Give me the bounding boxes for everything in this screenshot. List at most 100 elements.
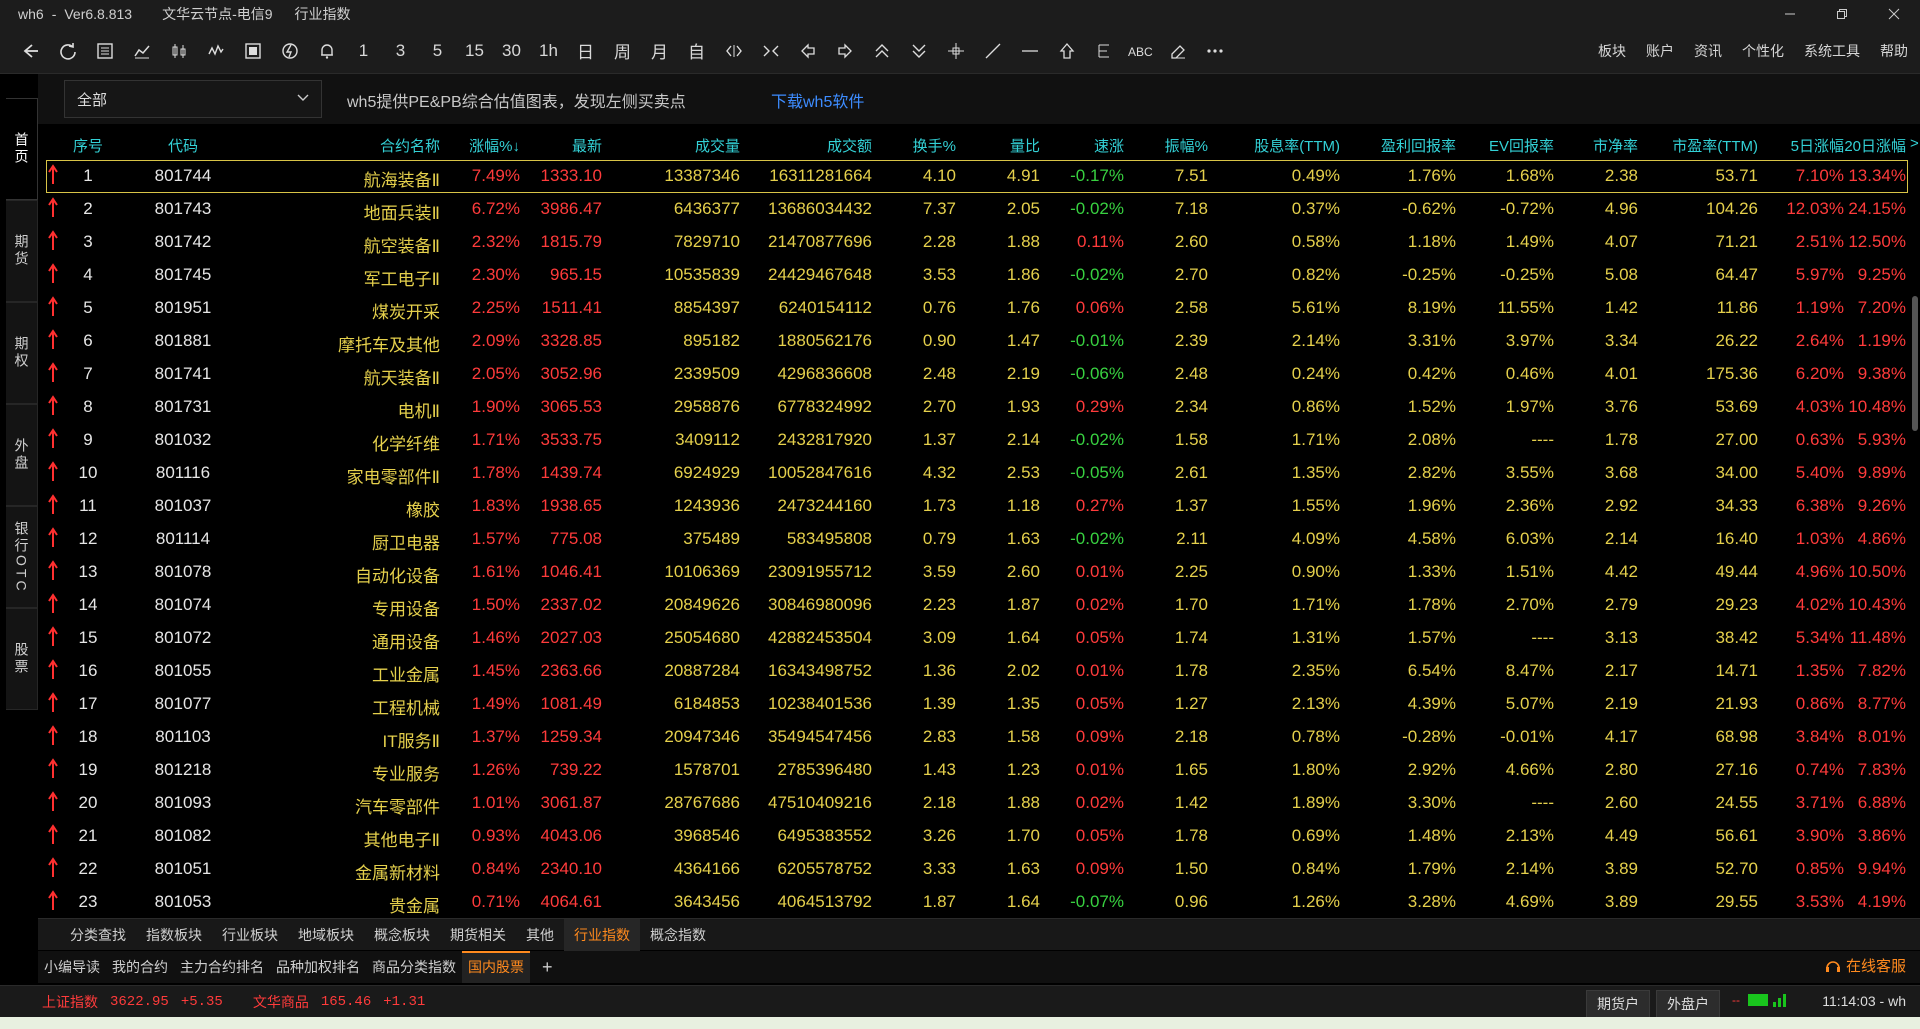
period-custom[interactable]: 自 — [678, 35, 715, 67]
menu-personalize[interactable]: 个性化 — [1742, 41, 1784, 61]
table-row[interactable]: 3 801742 航空装备Ⅱ 2.32% 1815.79 7829710 214708776… — [38, 226, 1910, 259]
header-code[interactable]: 代码 — [138, 135, 228, 156]
table-row[interactable]: 18 801103 IT服务Ⅱ 1.37% 1259.34 20947346 3549454… — [38, 721, 1910, 754]
crosshair-icon[interactable] — [937, 35, 974, 67]
add-tab-button[interactable]: + — [536, 951, 559, 983]
category-tab[interactable]: 分类查找 — [60, 919, 136, 951]
period-3min[interactable]: 3 — [382, 35, 419, 67]
table-row[interactable]: 12 801114 厨卫电器 1.57% 775.08 375489 583495808 0.… — [38, 523, 1910, 556]
period-1min[interactable]: 1 — [345, 35, 382, 67]
category-tab[interactable]: 期货相关 — [440, 919, 516, 951]
table-row[interactable]: 2 801743 地面兵装Ⅱ 6.72% 3986.47 6436377 136860344… — [38, 193, 1910, 226]
compress-horizontal-icon[interactable] — [752, 35, 789, 67]
expand-horizontal-icon[interactable] — [715, 35, 752, 67]
header-dividend-yield[interactable]: 股息率(TTM) — [1208, 135, 1340, 156]
more-icon[interactable] — [1196, 35, 1233, 67]
table-row[interactable]: 10 801116 家电零部件Ⅱ 1.78% 1439.74 6924929 1005284… — [38, 457, 1910, 490]
menu-account[interactable]: 账户 — [1646, 41, 1674, 61]
workspace-tab[interactable]: 主力合约排名 — [174, 951, 270, 983]
header-volume[interactable]: 成交量 — [602, 135, 740, 156]
workspace-tab[interactable]: 品种加权排名 — [270, 951, 366, 983]
period-15min[interactable]: 15 — [456, 35, 493, 67]
online-service-link[interactable]: 在线客服 — [1824, 951, 1906, 983]
category-tab[interactable]: 指数板块 — [136, 919, 212, 951]
header-speed[interactable]: 速涨 — [1040, 135, 1124, 156]
menu-help[interactable]: 帮助 — [1880, 41, 1908, 61]
table-row[interactable]: 21 801082 其他电子Ⅱ 0.93% 4043.06 3968546 64953835… — [38, 820, 1910, 853]
category-tab[interactable]: 其他 — [516, 919, 564, 951]
category-tab[interactable]: 概念指数 — [640, 919, 716, 951]
menu-news[interactable]: 资讯 — [1694, 41, 1722, 61]
tab-stocks[interactable]: 股票 — [6, 608, 38, 710]
table-row[interactable]: 1 801744 航海装备Ⅱ 7.49% 1333.10 13387346 16311281… — [46, 160, 1908, 193]
period-week[interactable]: 周 — [604, 35, 641, 67]
eraser-icon[interactable] — [1159, 35, 1196, 67]
table-row[interactable]: 13 801078 自动化设备 1.61% 1046.41 10106369 2309195… — [38, 556, 1910, 589]
header-change-5d[interactable]: 5日涨幅 — [1758, 135, 1844, 156]
header-last-price[interactable]: 最新 — [520, 135, 602, 156]
table-row[interactable]: 22 801051 金属新材料 0.84% 2340.10 4364166 62055787… — [38, 853, 1910, 886]
header-seq[interactable]: 序号 — [58, 135, 118, 156]
header-turnover[interactable]: 成交额 — [740, 135, 872, 156]
arrow-up-icon[interactable] — [1048, 35, 1085, 67]
tab-bank-otc[interactable]: 银行OTC — [6, 506, 38, 608]
back-icon[interactable] — [12, 35, 49, 67]
header-turnover-rate[interactable]: 换手% — [872, 135, 956, 156]
header-change-20d[interactable]: 20日涨幅 — [1844, 135, 1906, 156]
horizontal-line-icon[interactable] — [1011, 35, 1048, 67]
menu-sector[interactable]: 板块 — [1598, 41, 1626, 61]
refresh-icon[interactable] — [49, 35, 86, 67]
table-row[interactable]: 7 801741 航天装备Ⅱ 2.05% 3052.96 2339509 429683660… — [38, 358, 1910, 391]
flash-icon[interactable] — [271, 35, 308, 67]
header-name[interactable]: 合约名称 — [238, 135, 440, 156]
workspace-tab[interactable]: 小编导读 — [38, 951, 106, 983]
header-pb-ratio[interactable]: 市净率 — [1554, 135, 1638, 156]
tab-foreign[interactable]: 外盘 — [6, 404, 38, 506]
header-pe-ratio[interactable]: 市盈率(TTM) — [1638, 135, 1758, 156]
table-row[interactable]: 8 801731 电机Ⅱ 1.90% 3065.53 2958876 6778324992 2… — [38, 391, 1910, 424]
period-month[interactable]: 月 — [641, 35, 678, 67]
table-row[interactable]: 20 801093 汽车零部件 1.01% 3061.87 28767686 4751040… — [38, 787, 1910, 820]
close-icon[interactable] — [1868, 0, 1920, 28]
table-row[interactable]: 11 801037 橡胶 1.83% 1938.65 1243936 2473244160 1… — [38, 490, 1910, 523]
f10-icon[interactable] — [234, 35, 271, 67]
table-row[interactable]: 17 801077 工程机械 1.49% 1081.49 6184853 102384015… — [38, 688, 1910, 721]
category-tab[interactable]: 地域板块 — [288, 919, 364, 951]
header-more-indicator[interactable]: > — [1910, 135, 1919, 152]
workspace-tab[interactable]: 国内股票 — [462, 951, 530, 983]
workspace-tab[interactable]: 商品分类指数 — [366, 951, 462, 983]
header-change-pct[interactable]: 涨幅%↓ — [440, 135, 520, 156]
tab-futures[interactable]: 期货 — [6, 200, 38, 302]
table-row[interactable]: 6 801881 摩托车及其他 2.09% 3328.85 895182 188056217… — [38, 325, 1910, 358]
text-tool-icon[interactable]: ABC — [1122, 35, 1159, 67]
workspace-tab[interactable]: 我的合约 — [106, 951, 174, 983]
header-ev-yield[interactable]: EV回报率 — [1456, 135, 1554, 156]
restore-icon[interactable] — [1816, 0, 1868, 28]
category-tab[interactable]: 行业板块 — [212, 919, 288, 951]
chevron-down-double-icon[interactable] — [900, 35, 937, 67]
tick-chart-icon[interactable] — [197, 35, 234, 67]
tab-options[interactable]: 期权 — [6, 302, 38, 404]
header-earnings-yield[interactable]: 盈利回报率 — [1340, 135, 1456, 156]
table-row[interactable]: 14 801074 专用设备 1.50% 2337.02 20849626 30846980… — [38, 589, 1910, 622]
draw-line-icon[interactable] — [974, 35, 1011, 67]
category-tab[interactable]: 概念板块 — [364, 919, 440, 951]
minimize-icon[interactable] — [1764, 0, 1816, 28]
index2-label[interactable]: 文华商品 — [253, 992, 309, 1012]
table-row[interactable]: 15 801072 通用设备 1.46% 2027.03 25054680 42882453… — [38, 622, 1910, 655]
futures-account-button[interactable]: 期货户 — [1586, 990, 1650, 1018]
category-dropdown[interactable]: 全部 — [64, 80, 322, 118]
period-5min[interactable]: 5 — [419, 35, 456, 67]
line-chart-icon[interactable] — [123, 35, 160, 67]
table-row[interactable]: 23 801053 贵金属 0.71% 4064.61 3643456 4064513792… — [38, 886, 1910, 919]
menu-system-tools[interactable]: 系统工具 — [1804, 41, 1860, 61]
category-tab[interactable]: 行业指数 — [564, 918, 640, 951]
index1-label[interactable]: 上证指数 — [42, 992, 98, 1012]
arrow-right-icon[interactable] — [826, 35, 863, 67]
table-row[interactable]: 19 801218 专业服务 1.26% 739.22 1578701 2785396480… — [38, 754, 1910, 787]
download-link[interactable]: 下载wh5软件 — [771, 88, 864, 112]
header-amplitude[interactable]: 振幅% — [1124, 135, 1208, 156]
table-row[interactable]: 9 801032 化学纤维 1.71% 3533.75 3409112 2432817920… — [38, 424, 1910, 457]
alert-bell-icon[interactable] — [308, 35, 345, 67]
table-row[interactable]: 5 801951 煤炭开采 2.25% 1511.41 8854397 6240154112… — [38, 292, 1910, 325]
